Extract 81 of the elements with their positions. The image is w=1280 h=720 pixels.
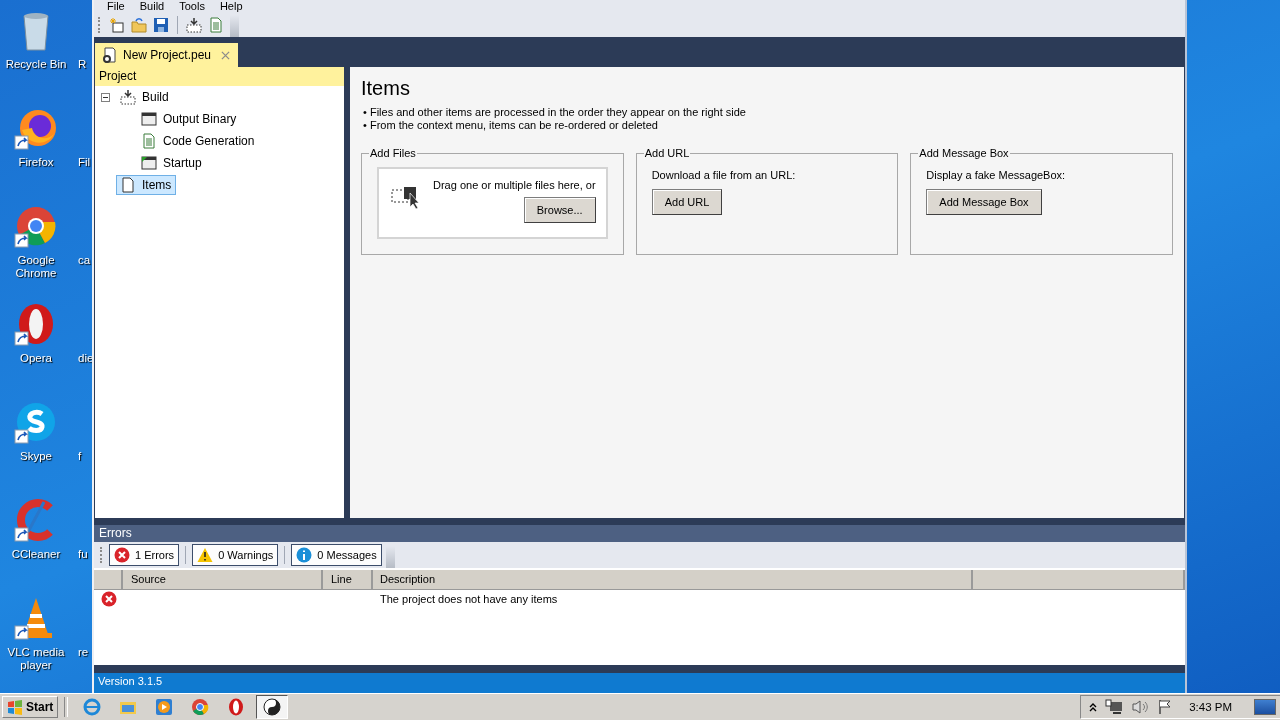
drag-cursor-icon	[391, 185, 421, 209]
tree-item-icon	[141, 155, 157, 171]
error-icon	[100, 591, 117, 607]
drop-hint: Drag one or multiple files here, or	[433, 179, 596, 191]
desktop-icon-label[interactable]: Google Chrome	[1, 254, 71, 280]
bullet-text: • From the context menu, items can be re-ordered or deleted	[363, 119, 659, 132]
desktop-icon-label[interactable]: f	[78, 450, 82, 462]
desktop-icon-label[interactable]: Opera	[1, 352, 71, 365]
desktop-icon-label[interactable]: fu	[78, 548, 88, 560]
desktop-icon-label[interactable]: Skype	[1, 450, 71, 463]
start-button[interactable]: Start	[2, 696, 59, 718]
build-icon[interactable]	[186, 17, 202, 33]
yin-yang-icon	[262, 697, 283, 717]
filter-toggle[interactable]: 0 Warnings	[192, 544, 279, 566]
tree-item-icon	[120, 177, 136, 193]
tree-item-icon	[141, 111, 157, 127]
version-text: Version 3.1.5	[98, 675, 163, 687]
tree-item-icon	[120, 89, 136, 105]
desktop-icon-label[interactable]: Fil	[78, 156, 91, 168]
tree-item[interactable]: Code Generation	[137, 131, 260, 151]
open-folder-icon[interactable]	[131, 17, 147, 33]
app-shortcut-icon[interactable]	[14, 204, 58, 248]
error-icon	[114, 547, 130, 563]
warning-icon	[197, 547, 214, 563]
group-title: Add Message Box	[918, 147, 1010, 159]
toolbar-grip[interactable]	[98, 17, 103, 33]
column-header[interactable]: Description	[373, 570, 973, 589]
project-file-icon	[101, 47, 117, 63]
app-shortcut-icon[interactable]	[14, 400, 58, 444]
menu-item[interactable]: Help	[214, 0, 253, 13]
panel-header: Project	[95, 67, 344, 86]
document-icon[interactable]	[208, 17, 224, 33]
show-hidden-icons-button[interactable]	[1089, 702, 1098, 712]
tree-item[interactable]: Output Binary	[137, 109, 242, 129]
media-player-icon	[154, 697, 175, 717]
table-cell-text: The project does not have any items	[379, 593, 559, 605]
close-icon[interactable]	[221, 50, 231, 60]
browser-icon	[82, 697, 103, 717]
tree-item[interactable]: Build	[116, 87, 174, 107]
menu-item[interactable]: File	[102, 0, 135, 13]
column-header[interactable]: Line	[323, 570, 373, 589]
filter-toggle[interactable]: 1 Errors	[109, 544, 180, 566]
drop-zone[interactable]: Drag one or multiple files here, or Browse...	[377, 167, 608, 239]
group-description: Download a file from an URL:	[651, 169, 796, 181]
group-title: Add URL	[643, 147, 691, 159]
collapse-icon[interactable]	[101, 92, 110, 102]
desktop-icon-label[interactable]: ca	[78, 254, 91, 266]
action-button[interactable]: Add URL	[651, 189, 723, 215]
desktop-icon-label[interactable]: re	[78, 646, 89, 658]
new-file-icon[interactable]	[109, 17, 125, 33]
tree-item-icon	[141, 133, 157, 149]
save-icon[interactable]	[153, 17, 169, 33]
document-tab[interactable]: New Project.peu	[95, 43, 239, 67]
desktop-icon-label[interactable]: Firefox	[1, 156, 71, 169]
tree-item[interactable]: Startup	[137, 153, 207, 173]
desktop-icon-label[interactable]: R	[78, 58, 87, 70]
column-header[interactable]: Source	[123, 570, 323, 589]
group-description: Display a fake MessageBox:	[926, 169, 1066, 181]
menu-item[interactable]: Build	[134, 0, 175, 13]
desktop-icon-label[interactable]: VLC media player	[1, 646, 71, 672]
panel-header: Errors	[94, 525, 1185, 542]
action-button[interactable]: Add Message Box	[926, 189, 1042, 215]
browse-button[interactable]: Browse...	[523, 197, 596, 223]
menu-item[interactable]: Tools	[174, 0, 215, 13]
bullet-text: • Files and other items are processed in the order they appear on the right side	[363, 106, 747, 119]
desktop-icon-label[interactable]: Recycle Bin	[1, 58, 71, 71]
network-icon[interactable]	[1105, 699, 1124, 715]
group-title: Add Files	[369, 147, 417, 159]
show-desktop-button[interactable]	[1254, 699, 1276, 715]
info-icon	[296, 547, 313, 563]
desktop-icon-label[interactable]: CCleaner	[1, 548, 71, 561]
browser-icon	[190, 697, 211, 717]
filter-toggle[interactable]: 0 Messages	[291, 544, 382, 566]
page-title: Items	[361, 76, 411, 100]
clock[interactable]: 3:43 PM	[1189, 701, 1232, 713]
desktop-icon-label[interactable]: die	[78, 352, 94, 364]
speaker-icon[interactable]	[1131, 699, 1150, 715]
taskbar-app[interactable]	[256, 695, 289, 719]
windows-logo-icon	[7, 699, 23, 715]
tree-item[interactable]: Items	[116, 175, 177, 195]
toolbar-grip[interactable]	[100, 547, 105, 563]
